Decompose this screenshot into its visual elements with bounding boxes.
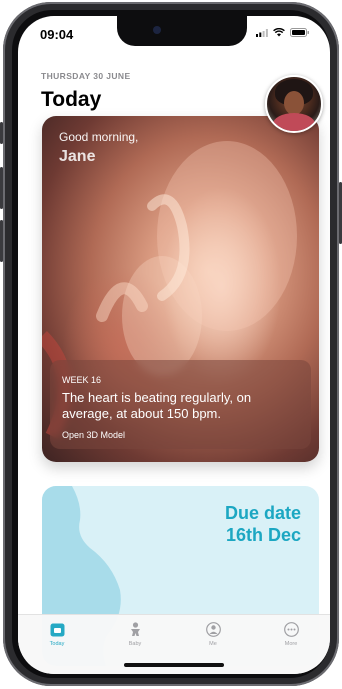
status-time: 09:04 xyxy=(40,27,74,42)
volume-up-button xyxy=(0,167,3,209)
home-indicator[interactable] xyxy=(124,663,224,667)
open-3d-model-link[interactable]: Open 3D Model xyxy=(62,430,125,440)
screen: 09:04 THURSDAY 30 JUNE Today Good mornin… xyxy=(18,16,330,674)
wifi-icon xyxy=(273,28,285,37)
baby-icon xyxy=(130,622,140,636)
calendar-icon xyxy=(50,623,64,637)
avatar-shirt xyxy=(273,113,315,131)
tab-today-label: Today xyxy=(49,641,65,647)
header-date: THURSDAY 30 JUNE xyxy=(41,71,131,81)
greeting-text: Good morning, xyxy=(59,130,139,144)
battery-icon xyxy=(290,28,309,37)
week-info-panel: WEEK 16 The heart is beating regularly, … xyxy=(50,360,311,449)
more-icon xyxy=(283,622,299,637)
profile-avatar[interactable] xyxy=(265,75,323,133)
phone-frame: 09:04 THURSDAY 30 JUNE Today Good mornin… xyxy=(0,2,342,686)
signal-icon xyxy=(256,28,268,37)
tab-today[interactable]: Today xyxy=(18,615,96,674)
tab-more[interactable]: More xyxy=(252,615,330,674)
due-date-value: 16th Dec xyxy=(225,525,301,545)
avatar-face xyxy=(284,91,304,115)
tab-more-label: More xyxy=(284,641,298,647)
status-icons xyxy=(256,28,310,37)
week-message: The heart is beating regularly, on avera… xyxy=(62,390,252,421)
due-date-label: Due date xyxy=(224,503,301,523)
tab-baby-label: Baby xyxy=(128,641,142,647)
volume-down-button xyxy=(0,220,3,262)
fetus-card[interactable]: Good morning, Jane WEEK 16 The heart is … xyxy=(42,116,319,462)
front-camera xyxy=(153,26,161,34)
notch xyxy=(117,16,247,46)
user-name: Jane xyxy=(59,148,96,165)
mute-switch xyxy=(0,122,3,144)
page-title: Today xyxy=(41,88,102,111)
due-date: Due date 16th Dec xyxy=(225,502,301,546)
person-icon xyxy=(205,622,221,637)
week-label: WEEK 16 xyxy=(62,375,102,385)
tab-me-label: Me xyxy=(209,641,217,647)
